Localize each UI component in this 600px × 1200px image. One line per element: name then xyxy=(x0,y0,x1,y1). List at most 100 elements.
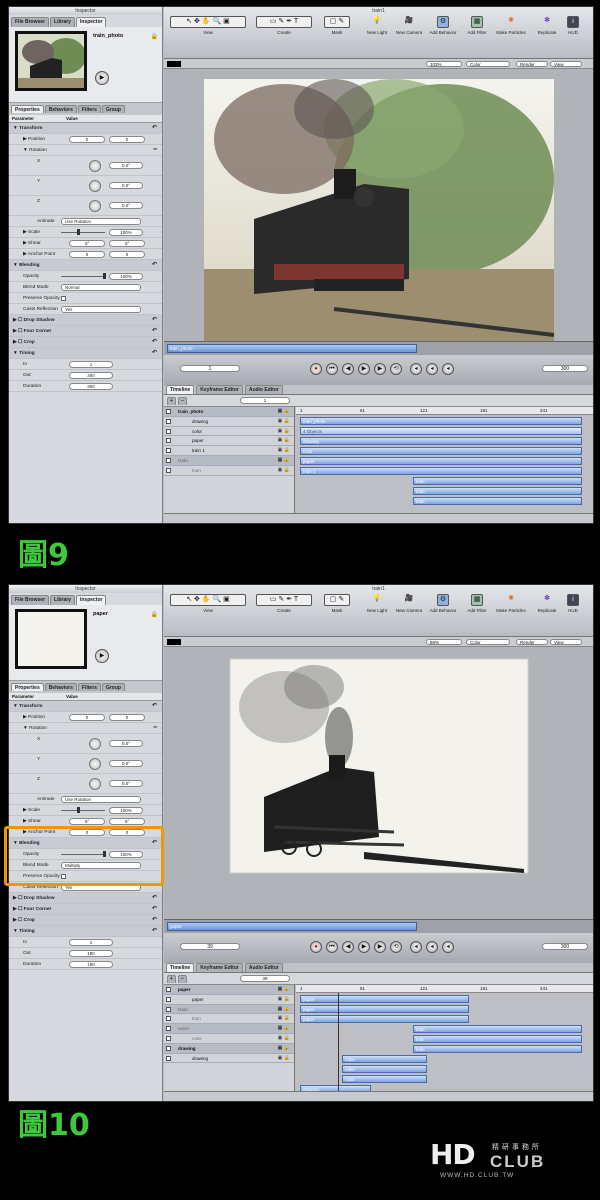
reset-icon[interactable]: ↶ xyxy=(152,337,157,348)
layer-lock-icon[interactable]: ▣ 🔒 xyxy=(278,407,290,416)
layer-row[interactable]: train 1 ▣ 🔒 xyxy=(164,446,294,456)
layer-enable-checkbox[interactable] xyxy=(166,1035,171,1041)
add-layer-button[interactable]: + xyxy=(167,975,176,983)
rot-x-field[interactable]: 0.0° xyxy=(109,740,143,747)
play-button[interactable]: ▶ xyxy=(358,941,370,953)
out-field[interactable]: 300 xyxy=(69,372,113,379)
shear-x-field[interactable]: 0° xyxy=(69,818,105,825)
layer-enable-checkbox[interactable] xyxy=(166,448,171,454)
anchor-y-field[interactable]: 0 xyxy=(109,251,145,258)
loop-button[interactable]: ⟲ xyxy=(390,941,402,953)
rot-x-dial[interactable] xyxy=(89,160,101,172)
tab-filters[interactable]: Filters xyxy=(77,683,101,691)
step-back-button[interactable]: ◀ xyxy=(342,363,354,375)
section-four-corner[interactable]: ▶ ☐ Four Corner ↶ xyxy=(9,904,162,915)
view-tools[interactable]: ↖ ✥ ✋ 🔍 ▣ View xyxy=(168,594,248,613)
layer-row[interactable]: drawing ▣ 🔒 xyxy=(164,1043,294,1054)
step-forward-button[interactable]: ▶ xyxy=(374,941,386,953)
view-tools[interactable]: ↖ ✥ ✋ 🔍 ▣ View xyxy=(168,16,248,35)
timeline-tracks[interactable]: train_photo 4 Objects drawing color paper tra… xyxy=(296,415,593,515)
layer-lock-icon[interactable]: ▣ 🔒 xyxy=(278,1024,290,1033)
rot-z-dial[interactable] xyxy=(89,200,101,212)
zoom-dropdown[interactable]: 103% xyxy=(426,61,462,67)
track-bar[interactable]: train xyxy=(412,477,582,485)
section-timing[interactable]: ▼ Timing ↶ xyxy=(9,348,162,359)
lock-icon[interactable]: 🔒 xyxy=(151,33,158,40)
layer-enable-checkbox[interactable] xyxy=(166,996,171,1002)
layer-lock-icon[interactable]: ▣ 🔒 xyxy=(278,446,290,455)
layer-enable-checkbox[interactable] xyxy=(166,428,171,434)
make-particles-button[interactable]: ✺ Make Particles xyxy=(494,16,528,35)
mask-tools[interactable]: ▢ ✎ Mask xyxy=(320,594,354,613)
playhead[interactable] xyxy=(337,993,339,1093)
track-bar[interactable]: train xyxy=(412,1035,582,1043)
section-crop[interactable]: ▶ ☐ Crop ↶ xyxy=(9,337,162,348)
timeline-ruler[interactable]: 1 61 121 181 241 xyxy=(296,407,593,415)
out-field[interactable]: 180 xyxy=(69,950,113,957)
current-frame-field[interactable]: 1 xyxy=(180,365,240,372)
layer-lock-icon[interactable]: ▣ 🔒 xyxy=(278,1034,290,1043)
loop-button[interactable]: ⟲ xyxy=(390,363,402,375)
layer-row[interactable]: train_photo ▣ 🔒 xyxy=(164,407,294,417)
tab-audio-editor[interactable]: Audio Editor xyxy=(244,385,283,394)
track-bar[interactable]: color xyxy=(342,1075,427,1083)
section-crop[interactable]: ▶ ☐ Crop ↶ xyxy=(9,915,162,926)
color-dropdown[interactable]: Color xyxy=(466,639,510,645)
make-particles-button[interactable]: ✺ Make Particles xyxy=(494,594,528,613)
new-light-button[interactable]: 💡 New Light xyxy=(360,594,394,613)
track-bar[interactable]: paper xyxy=(300,457,582,465)
section-drop-shadow[interactable]: ▶ ☐ Drop Shadow ↶ xyxy=(9,315,162,326)
tab-file-browser[interactable]: File Browser xyxy=(11,595,50,605)
reset-icon[interactable]: ↶ xyxy=(152,904,157,915)
section-four-corner[interactable]: ▶ ☐ Four Corner ↶ xyxy=(9,326,162,337)
tab-file-browser[interactable]: File Browser xyxy=(11,17,50,27)
layer-row[interactable]: paper ▣ 🔒 xyxy=(164,995,294,1005)
mini-timeline[interactable]: train_photo xyxy=(164,341,593,355)
animate-select[interactable]: Use Rotation xyxy=(61,218,141,225)
step-forward-button[interactable]: ▶ xyxy=(374,363,386,375)
rot-z-field[interactable]: 0.0° xyxy=(109,202,143,209)
render-dropdown[interactable]: Render xyxy=(516,639,548,645)
view-dropdown[interactable]: View xyxy=(550,61,582,67)
hud-button[interactable]: i HUD xyxy=(560,594,586,613)
tab-behaviors[interactable]: Behaviors xyxy=(44,683,77,691)
section-transform[interactable]: ▼ Transform ↶ xyxy=(9,123,162,134)
layer-row[interactable]: train ▣ 🔒 xyxy=(164,1014,294,1025)
layer-row[interactable]: train ▣ 🔒 xyxy=(164,455,294,466)
timeline-ruler[interactable]: 1 61 121 181 241 xyxy=(296,985,593,993)
blend-mode-select[interactable]: Normal xyxy=(61,284,141,291)
tab-keyframe-editor[interactable]: Keyframe Editor xyxy=(196,963,243,972)
layer-enable-checkbox[interactable] xyxy=(166,987,171,992)
reset-icon[interactable]: ↶ xyxy=(152,915,157,926)
position-y-field[interactable]: 0 xyxy=(109,714,145,721)
tab-filters[interactable]: Filters xyxy=(77,105,101,113)
layer-lock-icon[interactable]: ▣ 🔒 xyxy=(278,436,290,445)
layer-enable-checkbox[interactable] xyxy=(166,457,171,463)
next-marker-button[interactable]: ◂ xyxy=(442,941,454,953)
tab-timeline[interactable]: Timeline xyxy=(166,385,195,394)
audio-button[interactable]: ◂ xyxy=(410,363,422,375)
layer-row[interactable]: drawing ▣ 🔒 xyxy=(164,1054,294,1064)
reset-icon[interactable]: ↶ xyxy=(152,260,157,271)
layer-lock-icon[interactable]: ▣ 🔒 xyxy=(278,466,290,475)
track-bar[interactable]: paper xyxy=(300,1005,470,1013)
remove-layer-button[interactable]: − xyxy=(178,975,187,983)
layer-row[interactable]: train ▣ 🔒 xyxy=(164,1004,294,1015)
timeline-frame-field[interactable]: 39 xyxy=(240,975,290,982)
layer-row[interactable]: color ▣ 🔒 xyxy=(164,427,294,437)
opacity-slider[interactable] xyxy=(61,273,106,279)
create-tools[interactable]: ▭ ✎ ✒ T Create xyxy=(254,594,314,613)
rot-z-field[interactable]: 0.0° xyxy=(109,780,143,787)
layer-row[interactable]: drawing ▣ 🔒 xyxy=(164,417,294,427)
tab-group[interactable]: Group xyxy=(101,105,125,113)
track-bar[interactable]: color xyxy=(342,1055,427,1063)
create-tools[interactable]: ▭ ✎ ✒ T Create xyxy=(254,16,314,35)
section-blending[interactable]: ▼ Blending ↶ xyxy=(9,260,162,271)
mini-timeline[interactable]: paper xyxy=(164,919,593,933)
layer-lock-icon[interactable]: ▣ 🔒 xyxy=(278,417,290,426)
next-marker-button[interactable]: ◂ xyxy=(442,363,454,375)
reset-icon[interactable]: ↶ xyxy=(152,326,157,337)
tab-timeline[interactable]: Timeline xyxy=(166,963,195,972)
mini-timeline-bar[interactable]: train_photo xyxy=(167,344,417,353)
hud-button[interactable]: i HUD xyxy=(560,16,586,35)
